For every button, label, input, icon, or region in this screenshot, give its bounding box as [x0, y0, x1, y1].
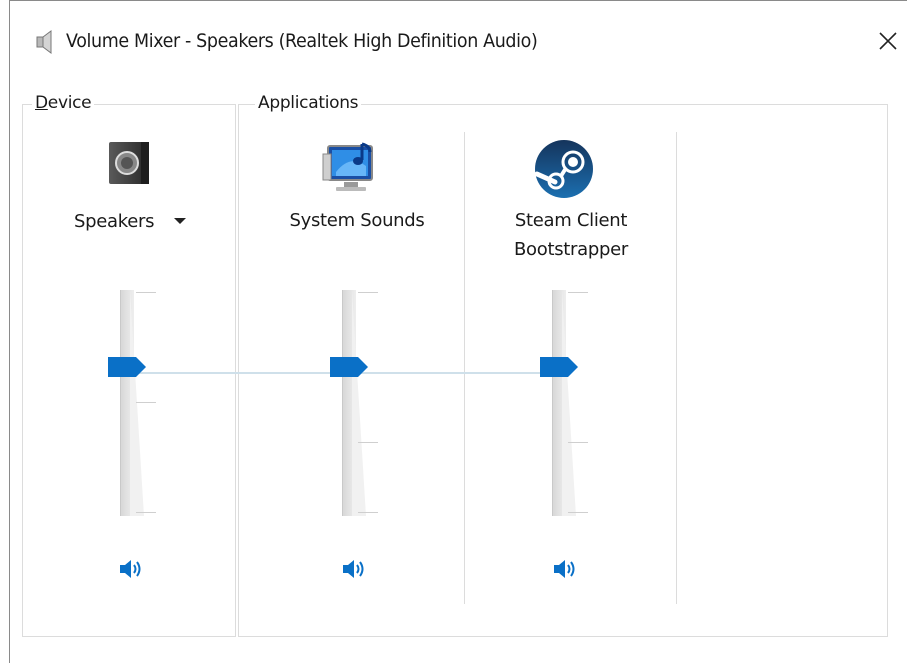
slider-thumb[interactable]: [540, 356, 578, 377]
speaker-device-icon: [109, 142, 149, 184]
slider-track-wedge: [352, 290, 366, 516]
slider-tick: [136, 292, 156, 293]
column-divider: [676, 132, 677, 604]
steam-icon: [534, 140, 593, 198]
app-label-system-sounds: System Sounds: [289, 210, 425, 231]
system-sounds-mute-button[interactable]: [340, 556, 366, 582]
device-dropdown-value: Speakers: [74, 210, 155, 232]
system-sounds-icon: [322, 142, 373, 191]
slider-tick: [136, 402, 156, 403]
slider-tick: [358, 442, 378, 443]
slider-track-wedge: [562, 290, 576, 516]
steam-mute-button[interactable]: [551, 556, 577, 582]
app-label-steam-line1: Steam Client: [514, 210, 628, 231]
column-divider: [464, 132, 465, 604]
window-title: Volume Mixer - Speakers (Realtek High De…: [66, 30, 538, 52]
speaker-sound-on-icon: [120, 560, 141, 578]
system-sounds-volume-slider[interactable]: [330, 290, 390, 516]
device-group-label: Device: [32, 93, 95, 113]
applications-group-label: Applications: [255, 93, 362, 113]
chevron-down-icon: [174, 218, 187, 224]
device-mute-button[interactable]: [117, 556, 143, 582]
close-button[interactable]: [868, 21, 907, 61]
slider-track-wedge: [130, 290, 144, 516]
slider-thumb[interactable]: [330, 356, 368, 377]
slider-tick: [136, 512, 156, 513]
slider-tick: [568, 512, 588, 513]
speaker-sound-on-icon: [554, 560, 575, 578]
slider-tick: [358, 292, 378, 293]
slider-tick: [568, 292, 588, 293]
device-volume-slider[interactable]: [108, 290, 168, 516]
device-dropdown[interactable]: Speakers: [74, 206, 218, 236]
app-label-steam: Steam Client Bootstrapper: [476, 206, 666, 264]
slider-thumb[interactable]: [108, 356, 146, 377]
speaker-sound-on-icon: [343, 560, 364, 578]
app-label-steam-line2: Bootstrapper: [513, 239, 629, 260]
speaker-volume-icon: [36, 30, 52, 54]
close-icon: [879, 32, 897, 50]
steam-volume-slider[interactable]: [540, 290, 600, 516]
slider-tick: [358, 512, 378, 513]
slider-tick: [568, 442, 588, 443]
